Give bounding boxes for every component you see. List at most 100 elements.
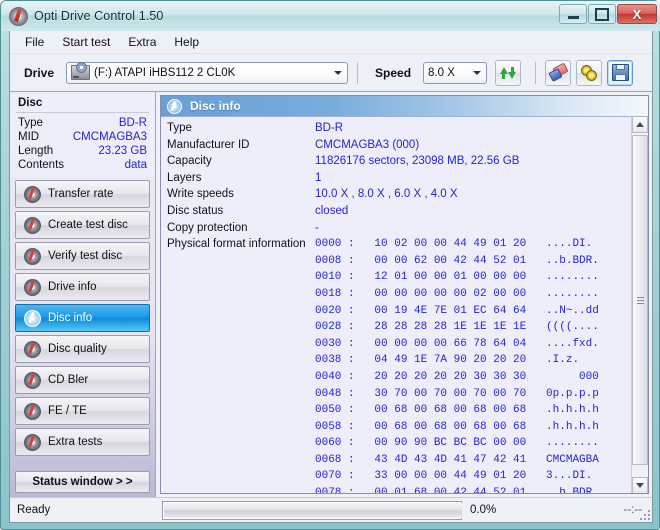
disc-summary-key: Contents <box>18 159 65 171</box>
title-bar: Opti Drive Control 1.50 X <box>1 1 660 31</box>
scrollbar-track[interactable] <box>632 133 648 477</box>
info-row: Capacity 11826176 sectors, 23098 MB, 22.… <box>167 153 631 170</box>
sidebar-item-create-test-disc[interactable]: Create test disc <box>15 211 150 239</box>
triangle-up-icon <box>636 122 644 127</box>
nav-list: Transfer rate Create test disc Verify te… <box>10 180 155 459</box>
disc-summary-key: Length <box>18 145 54 157</box>
disc-summary-panel: Disc Type BD-R MID CMCMAGBA3 Length 23.2… <box>10 92 155 177</box>
erase-button[interactable] <box>545 59 572 86</box>
sidebar-item-transfer-rate[interactable]: Transfer rate <box>15 180 150 208</box>
info-value: 1 <box>315 171 322 184</box>
sidebar-item-verify-test-disc[interactable]: Verify test disc <box>15 242 150 270</box>
sidebar-item-disc-info[interactable]: Disc info <box>15 304 150 332</box>
hex-dump: 0000 : 10 02 00 00 44 49 01 20 ....DI. 0… <box>315 236 599 493</box>
sidebar-item-disc-quality[interactable]: Disc quality <box>15 335 150 363</box>
scrollbar-thumb[interactable] <box>632 135 648 465</box>
client-area: File Start test Extra Help Drive (F:) AT… <box>9 31 653 523</box>
sidebar-item-label: Disc info <box>48 312 93 324</box>
grip-icon <box>636 296 644 304</box>
disc-summary-value: 23.23 GB <box>98 145 147 157</box>
info-value: - <box>315 221 319 234</box>
disc-icon <box>24 340 41 358</box>
close-button[interactable]: X <box>617 4 657 24</box>
speed-select[interactable]: 8.0 X <box>423 61 488 84</box>
hex-line: 0028 : 28 28 28 28 1E 1E 1E 1E ((((.... <box>315 321 599 334</box>
maximize-button[interactable] <box>588 4 616 24</box>
sidebar-item-label: CD Bler <box>48 374 89 386</box>
eraser-icon <box>547 62 569 82</box>
resize-grip-icon[interactable] <box>639 509 650 520</box>
disc-icon <box>24 433 41 451</box>
info-key: Layers <box>167 171 202 184</box>
hex-line: 0000 : 10 02 00 00 44 49 01 20 ....DI. <box>315 238 593 251</box>
disc-icon <box>9 6 28 26</box>
tools-button[interactable] <box>576 59 603 86</box>
sidebar-item-label: Extra tests <box>48 436 103 448</box>
sidebar-item-fe-te[interactable]: FE / TE <box>15 397 150 425</box>
toolbar-divider-2 <box>535 61 537 84</box>
info-row: Type BD-R <box>167 120 631 137</box>
info-row: Manufacturer ID CMCMAGBA3 (000) <box>167 137 631 154</box>
disc-info-panel: Disc info Type BD-R Manufacturer ID CMCM… <box>160 95 649 494</box>
disc-summary-row: Length 23.23 GB <box>16 144 149 158</box>
panel-body: Type BD-R Manufacturer ID CMCMAGBA3 (000… <box>161 117 648 493</box>
refresh-icon <box>500 65 517 81</box>
disc-summary-value: data <box>124 159 147 171</box>
drive-select[interactable]: (F:) ATAPI iHBS112 2 CL0K <box>66 61 349 84</box>
disc-summary-title: Disc <box>16 95 149 113</box>
hex-line: 0058 : 00 68 00 68 00 68 00 68 .h.h.h.h <box>315 420 599 433</box>
disc-icon <box>24 402 41 420</box>
info-key: Copy protection <box>167 221 248 234</box>
info-value: CMCMAGBA3 (000) <box>315 138 420 151</box>
menu-item-help[interactable]: Help <box>165 33 208 51</box>
drive-label: Drive <box>24 65 55 80</box>
disc-summary-row: MID CMCMAGBA3 <box>16 130 149 144</box>
sidebar-item-label: Verify test disc <box>48 250 123 262</box>
refresh-button[interactable] <box>495 59 522 86</box>
disc-summary-value: CMCMAGBA3 <box>72 131 147 143</box>
info-value: closed <box>315 204 349 217</box>
window-title: Opti Drive Control 1.50 <box>34 9 164 23</box>
application-window: Opti Drive Control 1.50 X File Start tes… <box>0 0 660 530</box>
minimize-button[interactable] <box>559 4 587 24</box>
menu-bar: File Start test Extra Help <box>10 31 652 54</box>
sidebar-item-extra-tests[interactable]: Extra tests <box>15 428 150 456</box>
sidebar-item-cd-bler[interactable]: CD Bler <box>15 366 150 394</box>
speed-select-value: 8.0 X <box>428 66 455 79</box>
window-controls: X <box>559 4 657 24</box>
info-value: BD-R <box>315 122 344 134</box>
info-key: Disc status <box>167 204 224 217</box>
menu-item-file[interactable]: File <box>16 33 53 51</box>
toolbar-divider-1 <box>357 61 359 84</box>
sidebar-item-drive-info[interactable]: Drive info <box>15 273 150 301</box>
disc-icon <box>24 309 41 327</box>
hex-line: 0010 : 12 01 00 00 01 00 00 00 ........ <box>315 271 599 284</box>
speed-label: Speed <box>375 65 412 80</box>
menu-item-extra[interactable]: Extra <box>119 33 165 51</box>
info-value: 11826176 sectors, 23098 MB, 22.56 GB <box>315 155 520 168</box>
hex-line: 0040 : 20 20 20 20 20 30 30 30 000 <box>315 370 599 383</box>
status-bar: Ready 0.0% --:-- <box>10 497 652 522</box>
save-button[interactable] <box>607 59 634 86</box>
sidebar-item-label: FE / TE <box>48 405 87 417</box>
hex-line: 0008 : 00 00 62 00 42 44 52 01 ..b.BDR. <box>315 254 599 267</box>
info-row: Write speeds 10.0 X , 8.0 X , 6.0 X , 4.… <box>167 186 631 203</box>
disc-icon <box>24 185 41 203</box>
chevron-down-icon <box>469 64 484 82</box>
status-window-button[interactable]: Status window > > <box>15 471 150 493</box>
scroll-down-button[interactable] <box>632 477 648 493</box>
triangle-down-icon <box>636 483 644 488</box>
chevron-down-icon <box>330 64 345 82</box>
floppy-save-icon <box>611 64 629 81</box>
disc-icon <box>24 278 41 296</box>
physical-format-information: Physical format information 0000 : 10 02… <box>167 236 631 493</box>
menu-item-start-test[interactable]: Start test <box>53 33 119 51</box>
disc-icon <box>167 98 182 114</box>
info-key: Manufacturer ID <box>167 138 250 151</box>
sidebar-item-label: Drive info <box>48 281 97 293</box>
hex-line: 0050 : 00 68 00 68 00 68 00 68 .h.h.h.h <box>315 404 599 417</box>
body-split: Disc Type BD-R MID CMCMAGBA3 Length 23.2… <box>10 92 652 497</box>
vertical-scrollbar[interactable] <box>631 117 648 493</box>
scroll-up-button[interactable] <box>632 117 648 133</box>
